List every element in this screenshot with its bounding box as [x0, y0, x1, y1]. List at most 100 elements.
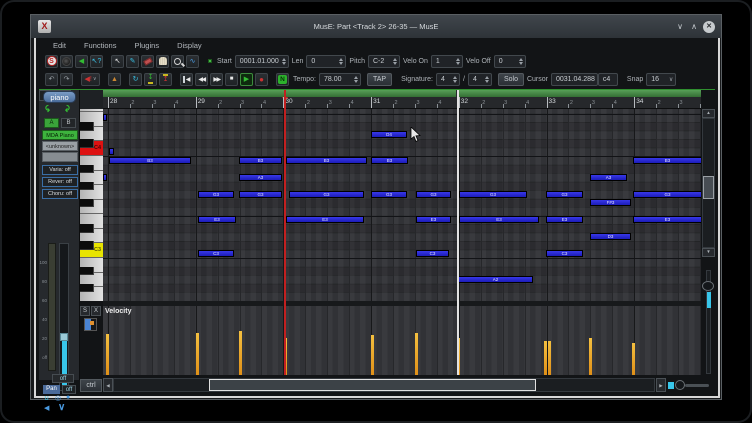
velocity-close-button[interactable]: X [91, 306, 101, 316]
part-bar[interactable] [103, 90, 456, 97]
redo-button[interactable]: ↷ [60, 73, 73, 86]
midi-note-g3[interactable]: G3 [371, 191, 407, 198]
spinner-icon[interactable] [456, 58, 460, 65]
ruler-bar-number[interactable]: 30 [285, 98, 292, 105]
horizontal-zoom-knob[interactable] [675, 380, 685, 390]
piano-roll-canvas[interactable]: B3G3E3C3B3A3G3B3G3E3D4B3G3G3E3C3G3E3A2G3… [103, 109, 701, 301]
horizontal-scrollbar-thumb[interactable] [209, 379, 536, 391]
midi-note-g3[interactable]: G3 [546, 191, 583, 198]
midi-input-button[interactable]: ◀ [75, 55, 88, 68]
velocity-bar[interactable] [548, 341, 551, 375]
midi-note-d4[interactable]: D4 [371, 131, 407, 138]
midi-note-e3[interactable]: E3 [633, 216, 701, 223]
controller-a-button[interactable]: A [44, 118, 59, 128]
minimize-button[interactable]: ∨ [675, 22, 685, 31]
midi-note-b3[interactable]: B3 [371, 157, 408, 164]
play-button[interactable]: ▶ [240, 73, 253, 86]
midi-note[interactable] [103, 114, 107, 121]
velocity-panel[interactable]: Velocity [103, 306, 701, 375]
volume-slider-knob[interactable] [60, 333, 68, 341]
piano-key-black[interactable] [80, 301, 94, 302]
midi-note-g3[interactable]: G3 [459, 191, 527, 198]
spinner-icon[interactable] [485, 76, 489, 83]
piano-key-black[interactable] [80, 165, 94, 174]
midi-note-e3[interactable]: E3 [286, 216, 364, 223]
power-icon[interactable]: ∪ [44, 394, 49, 402]
chorus-send[interactable]: Choru: off [42, 189, 78, 199]
reverb-send[interactable]: Rever: off [42, 177, 78, 187]
controller-select-icon[interactable] [84, 318, 97, 331]
velocity-bar[interactable] [544, 341, 547, 375]
midi-note-d3[interactable]: D3 [590, 233, 631, 240]
record-button[interactable]: ● [255, 73, 268, 86]
midi-note-e3[interactable]: E3 [459, 216, 539, 223]
close-button[interactable]: ✕ [703, 21, 715, 33]
scroll-down-icon[interactable]: ▼ [702, 248, 715, 257]
next-event-icon[interactable]: ↷ [60, 105, 71, 113]
zoom-tool-button[interactable] [171, 55, 184, 68]
dot-icon[interactable]: ● [66, 394, 70, 401]
midi-note-g3[interactable]: G3 [289, 191, 364, 198]
stop-button[interactable]: ■ [225, 73, 238, 86]
piano-key-black[interactable] [80, 139, 94, 148]
spinner-icon[interactable] [282, 58, 286, 65]
spinner-icon[interactable] [393, 58, 397, 65]
velocity-bar[interactable] [632, 343, 635, 375]
midi-note-g3[interactable]: G3 [239, 191, 282, 198]
signature-numerator-field[interactable]: 4 [436, 73, 460, 86]
spinner-icon[interactable] [453, 76, 457, 83]
patch-name[interactable]: MDA Piano [42, 130, 78, 140]
horizontal-zoom-track[interactable] [685, 384, 709, 387]
midi-note-a2[interactable]: A2 [458, 276, 533, 283]
midi-note-a3[interactable]: A3 [590, 174, 627, 181]
variation-send[interactable]: Varia: off [42, 165, 78, 175]
titlebar[interactable]: X MusE: Part <Track 2> 26-35 — MusE ∨ ∧ … [31, 15, 721, 38]
vertical-zoom-knob[interactable] [702, 281, 714, 291]
instrument-name[interactable]: <unknown> [42, 141, 78, 151]
scroll-left-icon[interactable]: ◀ [103, 378, 113, 392]
velocity-bar[interactable] [106, 334, 109, 375]
len-field[interactable]: 0 [306, 55, 346, 68]
speaker-icon[interactable]: ◀ [44, 404, 49, 412]
snap-dropdown[interactable]: 16∨ [646, 73, 676, 86]
piano-key-black[interactable] [80, 284, 94, 293]
midi-note-g3[interactable]: G3 [416, 191, 451, 198]
midi-note-c3[interactable]: C3 [416, 250, 449, 257]
scroll-up-icon[interactable]: ▲ [702, 109, 715, 118]
part-bar[interactable] [459, 90, 701, 97]
punch-out-button[interactable]: ↥ [159, 73, 172, 86]
tempo-master-button[interactable]: N [276, 73, 289, 86]
pointer-tool-button[interactable]: ↖ [111, 55, 124, 68]
solo-circle-button[interactable]: S [45, 55, 58, 68]
scroll-right-icon[interactable]: ▶ [656, 378, 666, 392]
spinner-icon[interactable] [339, 58, 343, 65]
velocity-bar[interactable] [589, 338, 592, 375]
panic-button[interactable]: ◀!∨ [81, 73, 100, 86]
velo-off-field[interactable]: 0 [494, 55, 526, 68]
midi-note[interactable] [103, 174, 107, 181]
menu-plugins[interactable]: Plugins [127, 41, 166, 50]
eraser-tool-button[interactable] [141, 55, 154, 68]
spinner-icon[interactable] [354, 76, 358, 83]
piano-key-black[interactable] [80, 224, 94, 233]
rewind-button[interactable]: ◀◀ [195, 73, 208, 86]
tap-button[interactable]: TAP [367, 73, 392, 86]
velocity-bar[interactable] [239, 331, 242, 375]
velocity-bar[interactable] [415, 333, 418, 375]
ctrl-button[interactable]: ctrl [80, 379, 102, 392]
midi-note-a3[interactable]: A3 [239, 174, 282, 181]
ruler-bar-number[interactable]: 34 [636, 98, 643, 105]
piano-key-black[interactable] [80, 241, 94, 250]
ruler-bar-number[interactable]: 31 [373, 98, 380, 105]
menu-display[interactable]: Display [170, 41, 209, 50]
midi-note-g3[interactable]: G3 [633, 191, 701, 198]
velo-on-field[interactable]: 1 [431, 55, 463, 68]
midi-note-e3[interactable]: E3 [416, 216, 451, 223]
midi-note-c3[interactable]: C3 [198, 250, 234, 257]
maximize-button[interactable]: ∧ [689, 22, 699, 31]
rewind-start-button[interactable]: ◀ [180, 73, 193, 86]
midi-note-fs3[interactable]: F#3 [590, 199, 631, 206]
velocity-bar[interactable] [196, 333, 199, 375]
ruler-bar-number[interactable]: 28 [110, 98, 117, 105]
midi-note-e3[interactable]: E3 [198, 216, 236, 223]
